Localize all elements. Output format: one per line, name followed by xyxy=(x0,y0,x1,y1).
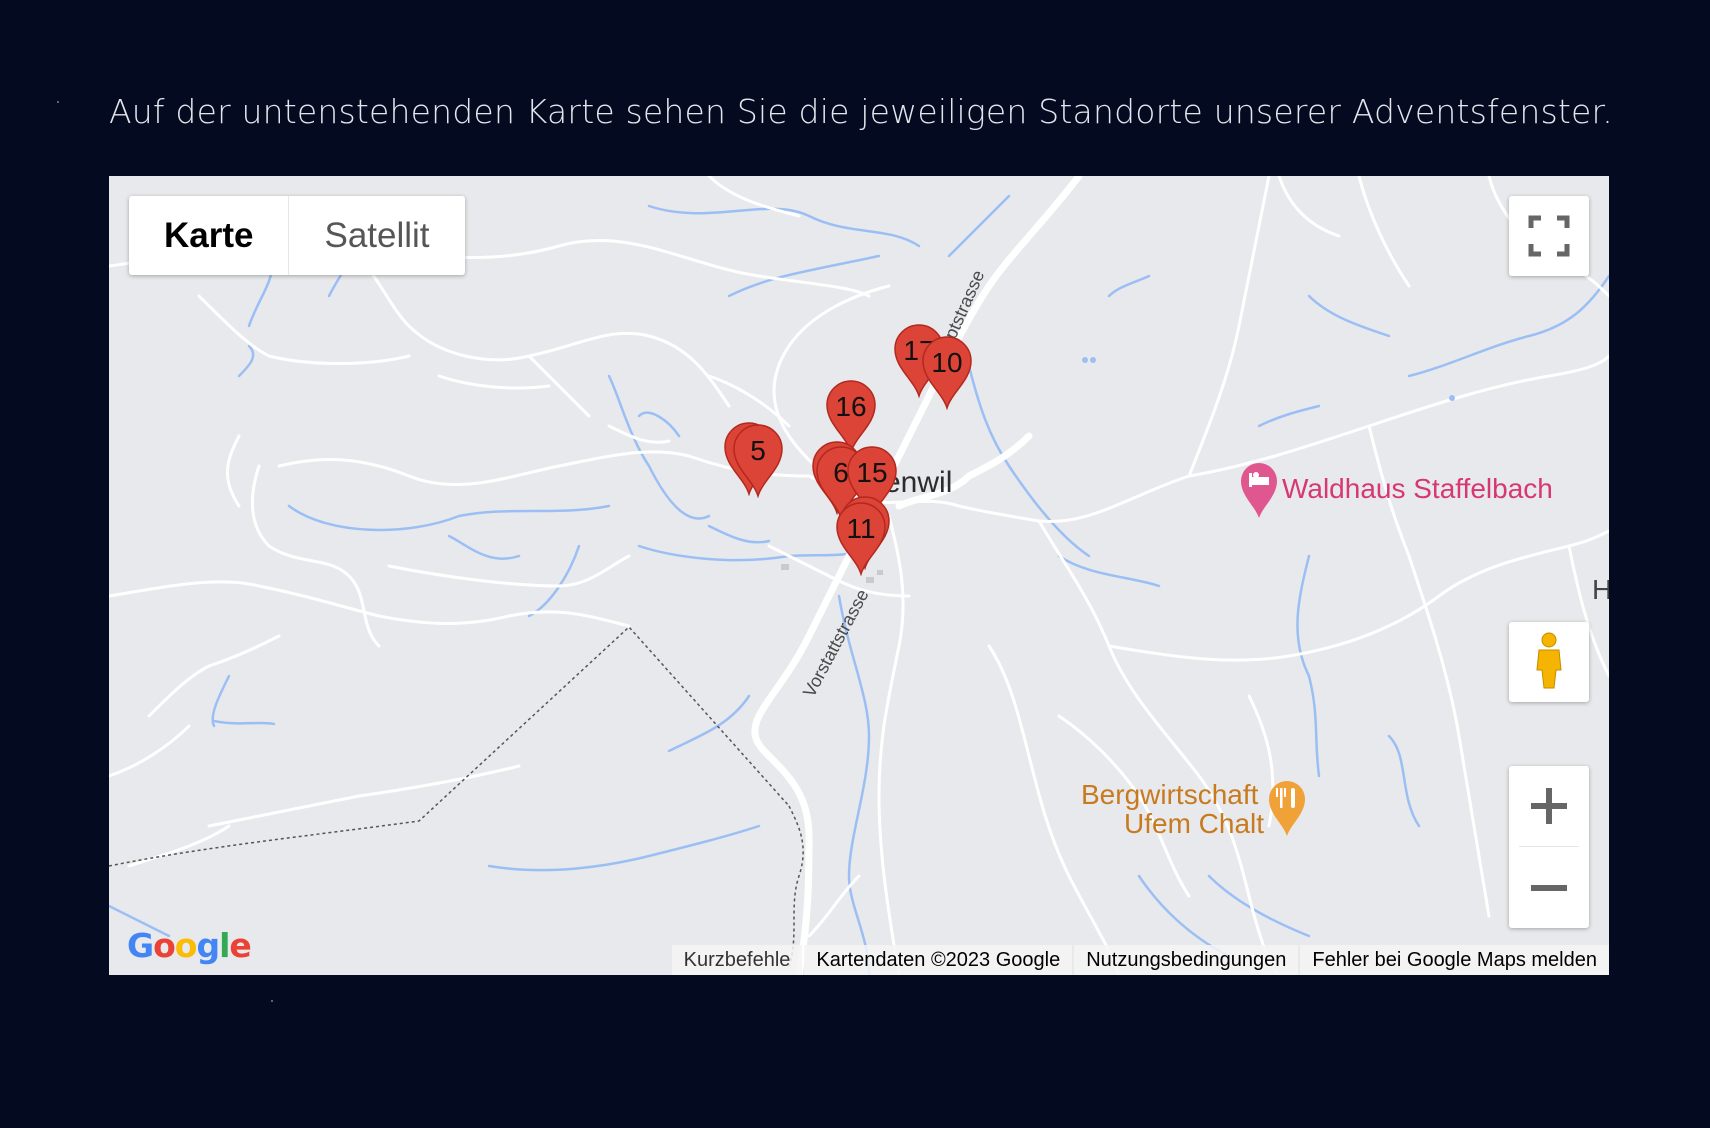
map-type-satellit-button[interactable]: Satellit xyxy=(288,196,464,275)
report-error-link[interactable]: Fehler bei Google Maps melden xyxy=(1300,944,1609,975)
marker-number: 16 xyxy=(835,391,867,422)
zoom-separator xyxy=(1519,846,1579,847)
restaurant-label-line1[interactable]: Bergwirtschaft xyxy=(1081,779,1258,811)
advent-marker-5[interactable]: 5 xyxy=(730,422,786,498)
marker-number: 5 xyxy=(750,435,766,466)
pegman-icon xyxy=(1536,632,1562,689)
fullscreen-button[interactable] xyxy=(1509,196,1589,276)
restaurant-label-line2[interactable]: Ufem Chalt xyxy=(1124,808,1264,840)
hotel-bed-icon xyxy=(1241,463,1277,518)
zoom-out-icon xyxy=(1531,885,1567,891)
advent-marker-11[interactable]: 11 xyxy=(833,500,889,576)
map-type-karte-button[interactable]: Karte xyxy=(129,196,288,275)
intro-text: Auf der untenstehenden Karte sehen Sie d… xyxy=(109,92,1613,131)
zoom-out-button[interactable] xyxy=(1509,848,1589,928)
restaurant-poi[interactable] xyxy=(1265,778,1309,838)
map-data-attribution: Kartendaten ©2023 Google xyxy=(804,944,1073,975)
edge-place-label: H xyxy=(1592,574,1609,605)
google-map[interactable]: Hauptstrasse Vorstattstrasse enwil Waldh… xyxy=(109,176,1609,975)
hotel-poi[interactable] xyxy=(1237,460,1281,520)
fullscreen-icon xyxy=(1528,215,1570,257)
restaurant-fork-icon xyxy=(1269,781,1305,836)
map-footer: Kurzbefehle Kartendaten ©2023 Google Nut… xyxy=(670,944,1609,975)
keyboard-shortcuts-link[interactable]: Kurzbefehle xyxy=(671,944,803,975)
marker-number: 11 xyxy=(846,513,876,544)
google-logo: Google xyxy=(127,926,252,965)
advent-marker-10[interactable]: 10 xyxy=(919,334,975,410)
map-type-control: Karte Satellit xyxy=(129,196,465,275)
background-star xyxy=(271,1000,273,1002)
zoom-control xyxy=(1509,766,1589,928)
hotel-label[interactable]: Waldhaus Staffelbach xyxy=(1282,473,1553,505)
street-view-pegman-button[interactable] xyxy=(1509,622,1589,702)
zoom-in-button[interactable] xyxy=(1509,766,1589,846)
marker-number: 10 xyxy=(931,347,963,378)
zoom-in-icon xyxy=(1531,788,1567,824)
terms-link[interactable]: Nutzungsbedingungen xyxy=(1074,944,1299,975)
marker-number: 15 xyxy=(856,457,888,488)
